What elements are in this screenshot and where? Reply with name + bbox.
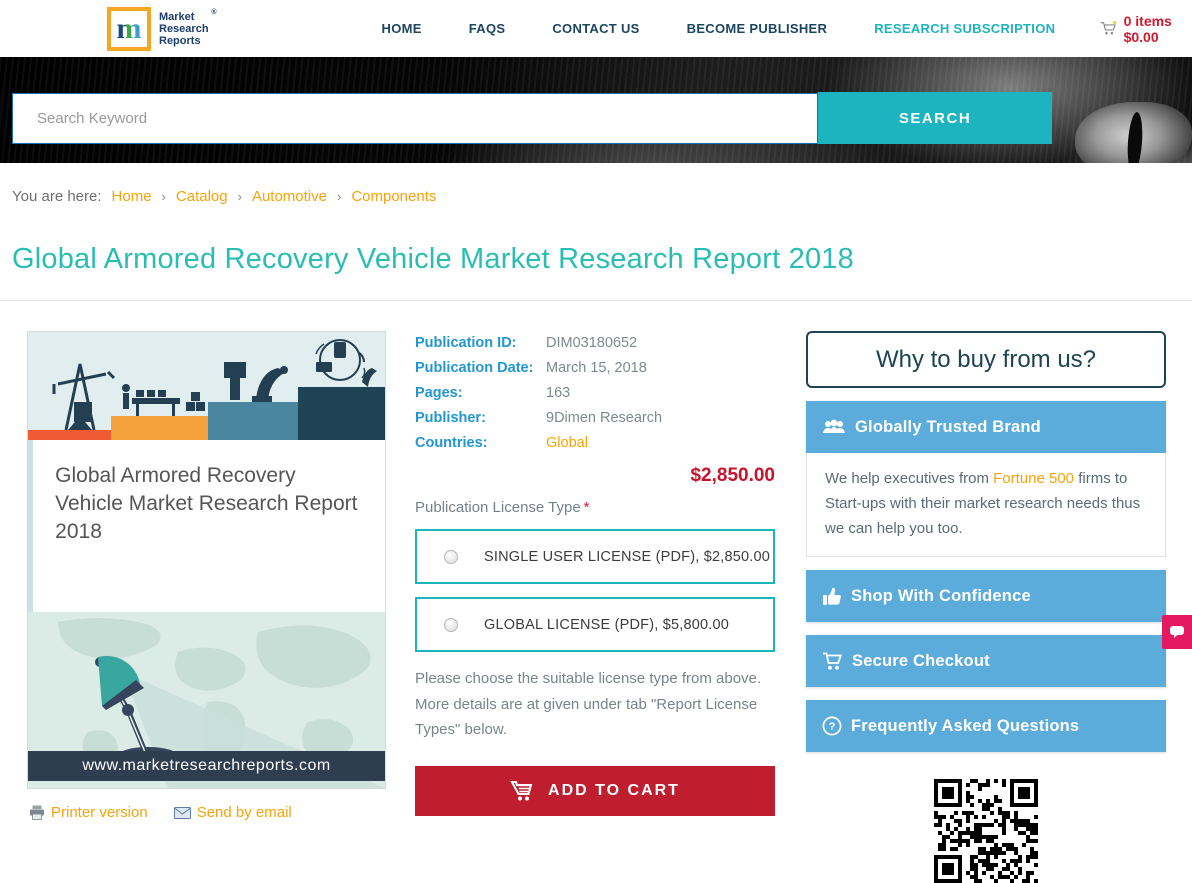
printer-version-link[interactable]: Printer version: [29, 804, 148, 821]
nav-become-publisher[interactable]: BECOME PUBLISHER: [687, 21, 828, 36]
detail-row-countries: Countries: Global: [415, 431, 775, 456]
page-title: Global Armored Recovery Vehicle Market R…: [12, 243, 854, 275]
cart-icon: [1101, 21, 1117, 35]
why-buy-sidebar: Why to buy from us? Globally Trusted Bra…: [806, 331, 1166, 883]
feature-globally-trusted-brand: Globally Trusted Brand: [806, 401, 1166, 453]
detail-label: Pages:: [415, 385, 463, 401]
breadcrumb-automotive[interactable]: Automotive: [252, 188, 327, 205]
detail-value: 9Dimen Research: [546, 410, 663, 426]
logo[interactable]: m ® Market Research Reports: [107, 6, 217, 51]
feature-shop-with-confidence: Shop With Confidence: [806, 570, 1166, 622]
cart-summary[interactable]: 0 items $0.00: [1100, 13, 1192, 45]
detail-row-publication-id: Publication ID: DIM03180652: [415, 331, 775, 356]
cart-count-label: 0 items $0.00: [1123, 12, 1172, 45]
cover-title-area: Global Armored Recovery Vehicle Market R…: [28, 440, 385, 612]
detail-row-publisher: Publisher: 9Dimen Research: [415, 406, 775, 431]
license-note: Please choose the suitable license type …: [415, 670, 762, 738]
report-cover: Global Armored Recovery Vehicle Market R…: [27, 331, 386, 789]
chat-bubble-icon: [1170, 626, 1184, 638]
radio-button[interactable]: [444, 549, 458, 564]
cover-title: Global Armored Recovery Vehicle Market R…: [55, 464, 358, 543]
trusted-brand-description: We help executives from Fortune 500 firm…: [806, 453, 1166, 557]
feature-faq[interactable]: ? Frequently Asked Questions: [806, 700, 1166, 752]
license-type-label: Publication License Type *: [415, 499, 590, 516]
license-option-single-user[interactable]: SINGLE USER LICENSE (PDF), $2,850.00: [415, 529, 775, 584]
nav-contact-us[interactable]: CONTACT US: [552, 21, 639, 36]
detail-row-pages: Pages: 163: [415, 381, 775, 406]
nav-research-subscription[interactable]: RESEARCH SUBSCRIPTION: [874, 21, 1055, 36]
nav-home[interactable]: HOME: [382, 21, 422, 36]
publication-details-column: Publication ID: DIM03180652 Publication …: [415, 331, 775, 883]
chat-widget-tab[interactable]: [1162, 615, 1192, 649]
radio-button[interactable]: [444, 617, 458, 632]
breadcrumb: You are here: Home › Catalog › Automotiv…: [12, 188, 1192, 205]
registered-mark: ®: [211, 8, 217, 16]
product-cover-column: Global Armored Recovery Vehicle Market R…: [27, 331, 386, 883]
detail-value: March 15, 2018: [546, 360, 647, 376]
question-icon: ?: [822, 716, 842, 736]
license-option-label: SINGLE USER LICENSE (PDF), $2,850.00: [484, 548, 771, 565]
detail-label: Publication ID:: [415, 335, 517, 351]
detail-value: 163: [546, 385, 571, 401]
detail-label: Publication Date:: [415, 360, 534, 376]
breadcrumb-separator: ›: [161, 189, 166, 204]
cover-actions: Printer version Send by email: [29, 804, 386, 821]
add-to-cart-button[interactable]: ADD TO CART: [415, 765, 775, 816]
nav-faqs[interactable]: FAQS: [469, 21, 506, 36]
breadcrumb-catalog[interactable]: Catalog: [176, 188, 228, 205]
why-to-buy-box: Why to buy from us?: [806, 331, 1166, 388]
detail-value: DIM03180652: [546, 335, 638, 351]
license-option-label: GLOBAL LICENSE (PDF), $5,800.00: [484, 616, 730, 633]
page: { "header": { "logo": { "monogram": "m",…: [0, 0, 1192, 883]
main-nav: HOME FAQS CONTACT US BECOME PUBLISHER RE…: [382, 21, 1056, 36]
header: m ® Market Research Reports HOME FAQS CO…: [0, 0, 1192, 57]
thumbs-up-icon: [823, 587, 841, 605]
detail-label: Countries:: [415, 435, 488, 451]
feature-title: Globally Trusted Brand: [855, 417, 1041, 436]
cart-icon: [510, 780, 533, 800]
cart-icon: [823, 652, 843, 670]
breadcrumb-separator: ›: [336, 189, 342, 204]
send-by-email-link[interactable]: Send by email: [173, 804, 292, 821]
cover-map-area: www.marketresearchreports.com: [28, 612, 385, 788]
feature-title: Frequently Asked Questions: [851, 716, 1080, 735]
required-asterisk: *: [583, 499, 590, 516]
fortune-500-link[interactable]: Fortune 500: [993, 470, 1074, 487]
breadcrumb-home[interactable]: Home: [112, 188, 152, 205]
countries-global-link[interactable]: Global: [546, 431, 588, 456]
logo-icon: m: [107, 6, 151, 51]
main-content: Global Armored Recovery Vehicle Market R…: [27, 331, 1192, 883]
printer-icon: [30, 805, 44, 820]
price: $2,850.00: [690, 465, 775, 486]
title-divider: [0, 300, 1192, 301]
feature-title: Secure Checkout: [852, 651, 990, 670]
search-banner: SEARCH: [0, 57, 1192, 163]
cover-website-bar: www.marketresearchreports.com: [28, 751, 385, 781]
breadcrumb-separator: ›: [237, 189, 242, 204]
users-icon: [823, 419, 845, 433]
qr-code: [806, 779, 1166, 883]
detail-row-publication-date: Publication Date: March 15, 2018: [415, 356, 775, 381]
license-option-global[interactable]: GLOBAL LICENSE (PDF), $5,800.00: [415, 597, 775, 652]
detail-label: Publisher:: [415, 410, 486, 426]
search-button[interactable]: SEARCH: [818, 92, 1052, 144]
svg-text:?: ?: [829, 721, 836, 733]
breadcrumb-components[interactable]: Components: [351, 188, 436, 205]
breadcrumb-prefix: You are here:: [12, 188, 102, 205]
feature-title: Shop With Confidence: [851, 586, 1031, 605]
search-input[interactable]: [12, 93, 818, 144]
logo-text: ® Market Research Reports: [159, 8, 217, 47]
email-icon: [173, 806, 191, 819]
feature-secure-checkout: Secure Checkout: [806, 635, 1166, 687]
industry-illustration: [28, 332, 385, 440]
